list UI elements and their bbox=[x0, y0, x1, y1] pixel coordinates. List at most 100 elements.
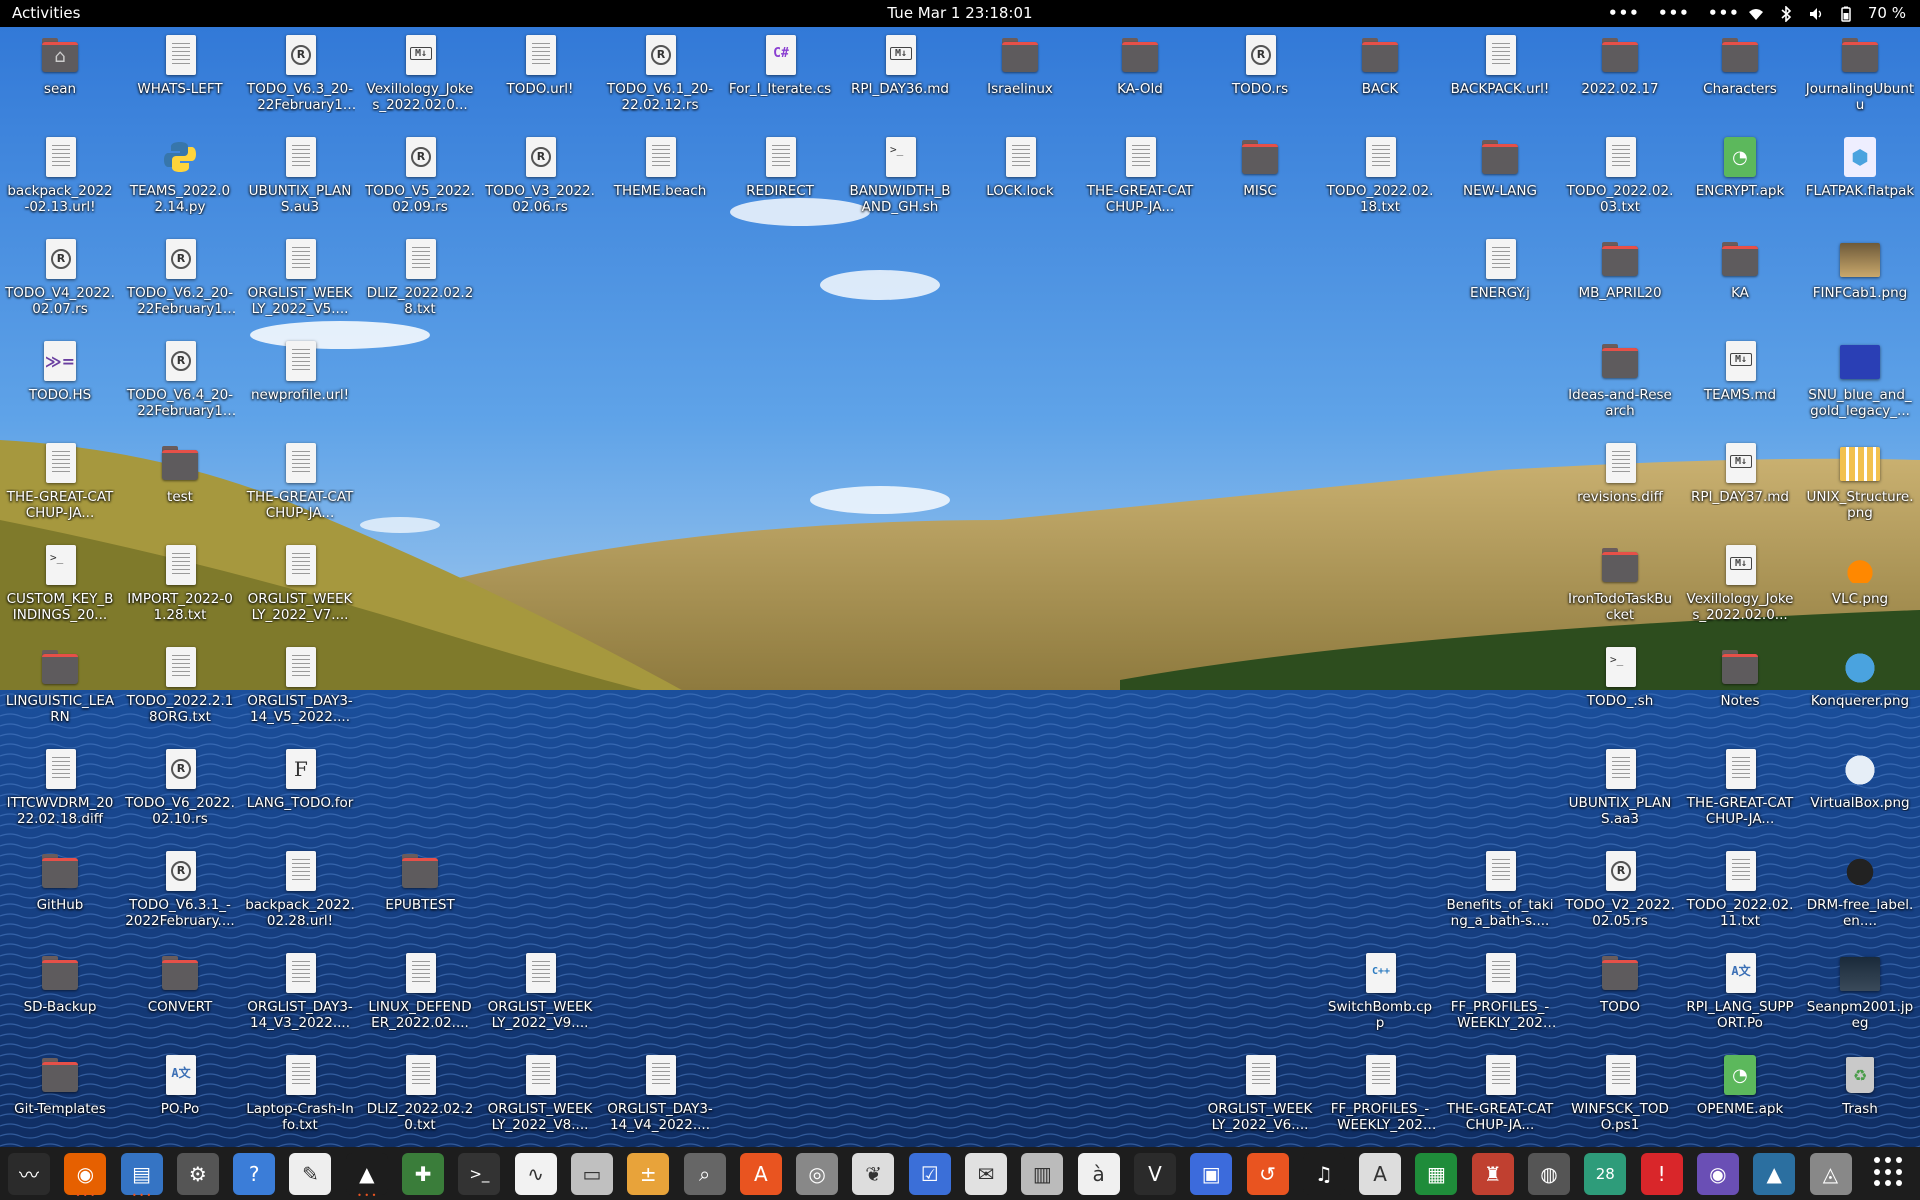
desktop-icon[interactable]: A文 PO.Po bbox=[125, 1047, 235, 1145]
desktop-icon[interactable]: ORGLIST_DAY3-14_V4_2022.... bbox=[605, 1047, 715, 1145]
desktop-icon[interactable]: >_ BANDWIDTH_BAND_GH.sh bbox=[845, 129, 955, 227]
desktop-icon[interactable]: M↓ Vexillology_Jokes_2022.02.0... bbox=[1685, 537, 1795, 635]
desktop-icon[interactable]: M↓ RPI_DAY36.md bbox=[845, 27, 955, 125]
dock-app-mail[interactable]: ✉ bbox=[965, 1152, 1008, 1195]
desktop-icon[interactable]: ⬢ FLATPAK.flatpak bbox=[1805, 129, 1915, 227]
dock-app-text-editor-dots[interactable]: ▤ • • • bbox=[120, 1152, 163, 1199]
dock-app-calendar[interactable]: 28 bbox=[1584, 1152, 1627, 1195]
desktop-icon[interactable]: CONVERT bbox=[125, 945, 235, 1043]
dock-app-system-monitor[interactable]: 〰 bbox=[8, 1152, 50, 1195]
desktop-icon[interactable]: ORGLIST_WEEKLY_2022_V6.... bbox=[1205, 1047, 1315, 1145]
dock-app-dvd[interactable]: ◍ bbox=[1528, 1152, 1571, 1195]
desktop-icon[interactable]: BACKPACK.url! bbox=[1445, 27, 1555, 125]
desktop-icon[interactable]: ENERGY.j bbox=[1445, 231, 1555, 329]
desktop-icon[interactable]: C# For_I_Iterate.cs bbox=[725, 27, 835, 125]
system-status-menu[interactable]: 70 % bbox=[1748, 0, 1906, 27]
desktop-icon[interactable]: M↓ Vexillology_Jokes_2022.02.0... bbox=[365, 27, 475, 125]
desktop-icon[interactable]: REDIRECT bbox=[725, 129, 835, 227]
desktop-icon[interactable]: THE-GREAT-CATCHUP-JA... bbox=[1085, 129, 1195, 227]
desktop-icon[interactable]: TODO_2022.02.18.txt bbox=[1325, 129, 1435, 227]
desktop-icon[interactable]: C++ SwitchBomb.cpp bbox=[1325, 945, 1435, 1043]
desktop-icon[interactable]: R TODO_V6.3_20-22February15.... bbox=[245, 27, 355, 125]
desktop-icon[interactable]: Ideas-and-Research bbox=[1565, 333, 1675, 431]
desktop-icon[interactable]: IronTodoTaskBucket bbox=[1565, 537, 1675, 635]
desktop-icon[interactable]: KA-Old bbox=[1085, 27, 1195, 125]
desktop-icon[interactable]: THE-GREAT-CATCHUP-JA... bbox=[1685, 741, 1795, 839]
desktop-icon[interactable]: DLIZ_2022.02.20.txt bbox=[365, 1047, 475, 1145]
dock-app-game[interactable]: ♜ bbox=[1471, 1152, 1514, 1195]
desktop-icon[interactable]: FF_PROFILES_-WEEKLY_2022.... bbox=[1325, 1047, 1435, 1145]
dock-app-image-viewer[interactable]: ⌕ bbox=[683, 1152, 726, 1195]
dock-app-camera[interactable]: ◉ bbox=[1696, 1152, 1739, 1195]
dock-app-vlc[interactable]: ▲ • • • bbox=[345, 1152, 388, 1199]
desktop-icon[interactable]: backpack_2022.02.28.url! bbox=[245, 843, 355, 941]
dock-app-installer[interactable]: ◬ bbox=[1809, 1152, 1852, 1195]
dock-app-pdf-reader[interactable]: A bbox=[1359, 1152, 1402, 1195]
dock-app-help[interactable]: ? bbox=[233, 1152, 276, 1195]
desktop-icon[interactable]: SD-Backup bbox=[5, 945, 115, 1043]
desktop-icon[interactable]: Konquerer.png bbox=[1805, 639, 1915, 737]
desktop-icon[interactable]: NEW-LANG bbox=[1445, 129, 1555, 227]
desktop-icon[interactable]: WHATS-LEFT bbox=[125, 27, 235, 125]
tray-extension-2[interactable]: ••• bbox=[1658, 0, 1690, 27]
desktop-icon[interactable]: test bbox=[125, 435, 235, 533]
desktop-icon[interactable]: BACK bbox=[1325, 27, 1435, 125]
desktop-icon[interactable]: DLIZ_2022.02.28.txt bbox=[365, 231, 475, 329]
desktop-icon[interactable]: UBUNTIX_PLANS.aa3 bbox=[1565, 741, 1675, 839]
dock-app-app-store[interactable]: A bbox=[739, 1152, 782, 1195]
desktop-icon[interactable]: newprofile.url! bbox=[245, 333, 355, 431]
desktop-icon[interactable]: UNIX_Structure.png bbox=[1805, 435, 1915, 533]
desktop-icon[interactable]: TODO_2022.02.11.txt bbox=[1685, 843, 1795, 941]
desktop-icon[interactable]: FINFCab1.png bbox=[1805, 231, 1915, 329]
desktop-icon[interactable]: Git-Templates bbox=[5, 1047, 115, 1145]
dock-app-gedit[interactable]: ✎ bbox=[289, 1152, 332, 1195]
desktop-icon[interactable]: Benefits_of_taking_a_bath-s.... bbox=[1445, 843, 1555, 941]
desktop-icon[interactable]: ORGLIST_DAY3-14_V5_2022.... bbox=[245, 639, 355, 737]
dock-app-calculator[interactable]: ± bbox=[627, 1152, 670, 1195]
desktop-icon[interactable]: revisions.diff bbox=[1565, 435, 1675, 533]
desktop-icon[interactable]: THE-GREAT-CATCHUP-JA... bbox=[1445, 1047, 1555, 1145]
desktop-icon[interactable]: R TODO.rs bbox=[1205, 27, 1315, 125]
desktop-icon[interactable]: LINUX_DEFENDER_2022.02.... bbox=[365, 945, 475, 1043]
desktop-icon[interactable]: EPUBTEST bbox=[365, 843, 475, 941]
show-applications-button[interactable] bbox=[1874, 1157, 1906, 1189]
dock-app-vim[interactable]: V bbox=[1133, 1152, 1176, 1195]
desktop-icon[interactable]: Notes bbox=[1685, 639, 1795, 737]
desktop-icon[interactable]: R TODO_V3_2022.02.06.rs bbox=[485, 129, 595, 227]
desktop-icon[interactable]: 2022.02.17 bbox=[1565, 27, 1675, 125]
desktop-icon[interactable]: ORGLIST_WEEKLY_2022_V5.... bbox=[245, 231, 355, 329]
dock-app-terminal[interactable]: >_ bbox=[458, 1152, 501, 1195]
desktop-icon[interactable]: TODO.url! bbox=[485, 27, 595, 125]
desktop-icon[interactable]: M↓ RPI_DAY37.md bbox=[1685, 435, 1795, 533]
desktop-icon[interactable]: TODO_2022.2.18ORG.txt bbox=[125, 639, 235, 737]
dock-app-music[interactable]: ♫ bbox=[1302, 1152, 1345, 1195]
desktop-icon[interactable]: VirtualBox.png bbox=[1805, 741, 1915, 839]
desktop-icon[interactable]: M↓ TEAMS.md bbox=[1685, 333, 1795, 431]
desktop-icon[interactable]: F LANG_TODO.for bbox=[245, 741, 355, 839]
dock-app-firefox[interactable]: ◉ • • • bbox=[64, 1152, 107, 1199]
desktop-icon[interactable]: GitHub bbox=[5, 843, 115, 941]
desktop-icon[interactable]: R TODO_V4_2022.02.07.rs bbox=[5, 231, 115, 329]
desktop-icon[interactable]: THEME.beach bbox=[605, 129, 715, 227]
dock-app-disc[interactable]: ◎ bbox=[796, 1152, 839, 1195]
desktop-icon[interactable]: Characters bbox=[1685, 27, 1795, 125]
desktop-icon[interactable]: LINGUISTIC_LEARN bbox=[5, 639, 115, 737]
dock-app-puzzle[interactable]: ✚ bbox=[402, 1152, 445, 1195]
desktop-icon[interactable]: MISC bbox=[1205, 129, 1315, 227]
desktop-icon[interactable]: ITTCWVDRM_2022.02.18.diff bbox=[5, 741, 115, 839]
activities-button[interactable]: Activities bbox=[12, 0, 80, 27]
dock-app-screens[interactable]: ▣ bbox=[1190, 1152, 1233, 1195]
dock-app-backup[interactable]: ↺ bbox=[1246, 1152, 1289, 1195]
dock-app-image-editor[interactable]: ▲ bbox=[1753, 1152, 1796, 1195]
desktop-icon[interactable]: TEAMS_2022.02.14.py bbox=[125, 129, 235, 227]
clock[interactable]: Tue Mar 1 23:18:01 bbox=[887, 4, 1032, 22]
desktop-icon[interactable]: R TODO_V6.3.1_-2022February.... bbox=[125, 843, 235, 941]
desktop-icon[interactable]: LOCK.lock bbox=[965, 129, 1075, 227]
dock-app-files[interactable]: ▭ bbox=[570, 1152, 613, 1195]
desktop-icon[interactable]: WINFSCK_TODO.ps1 bbox=[1565, 1047, 1675, 1145]
desktop-icon[interactable]: A文 RPI_LANG_SUPPORT.Po bbox=[1685, 945, 1795, 1043]
dock-app-alert[interactable]: ! bbox=[1640, 1152, 1683, 1195]
desktop-icon[interactable]: TODO bbox=[1565, 945, 1675, 1043]
desktop-icon[interactable]: KA bbox=[1685, 231, 1795, 329]
dock-app-tasks[interactable]: ☑ bbox=[908, 1152, 951, 1195]
